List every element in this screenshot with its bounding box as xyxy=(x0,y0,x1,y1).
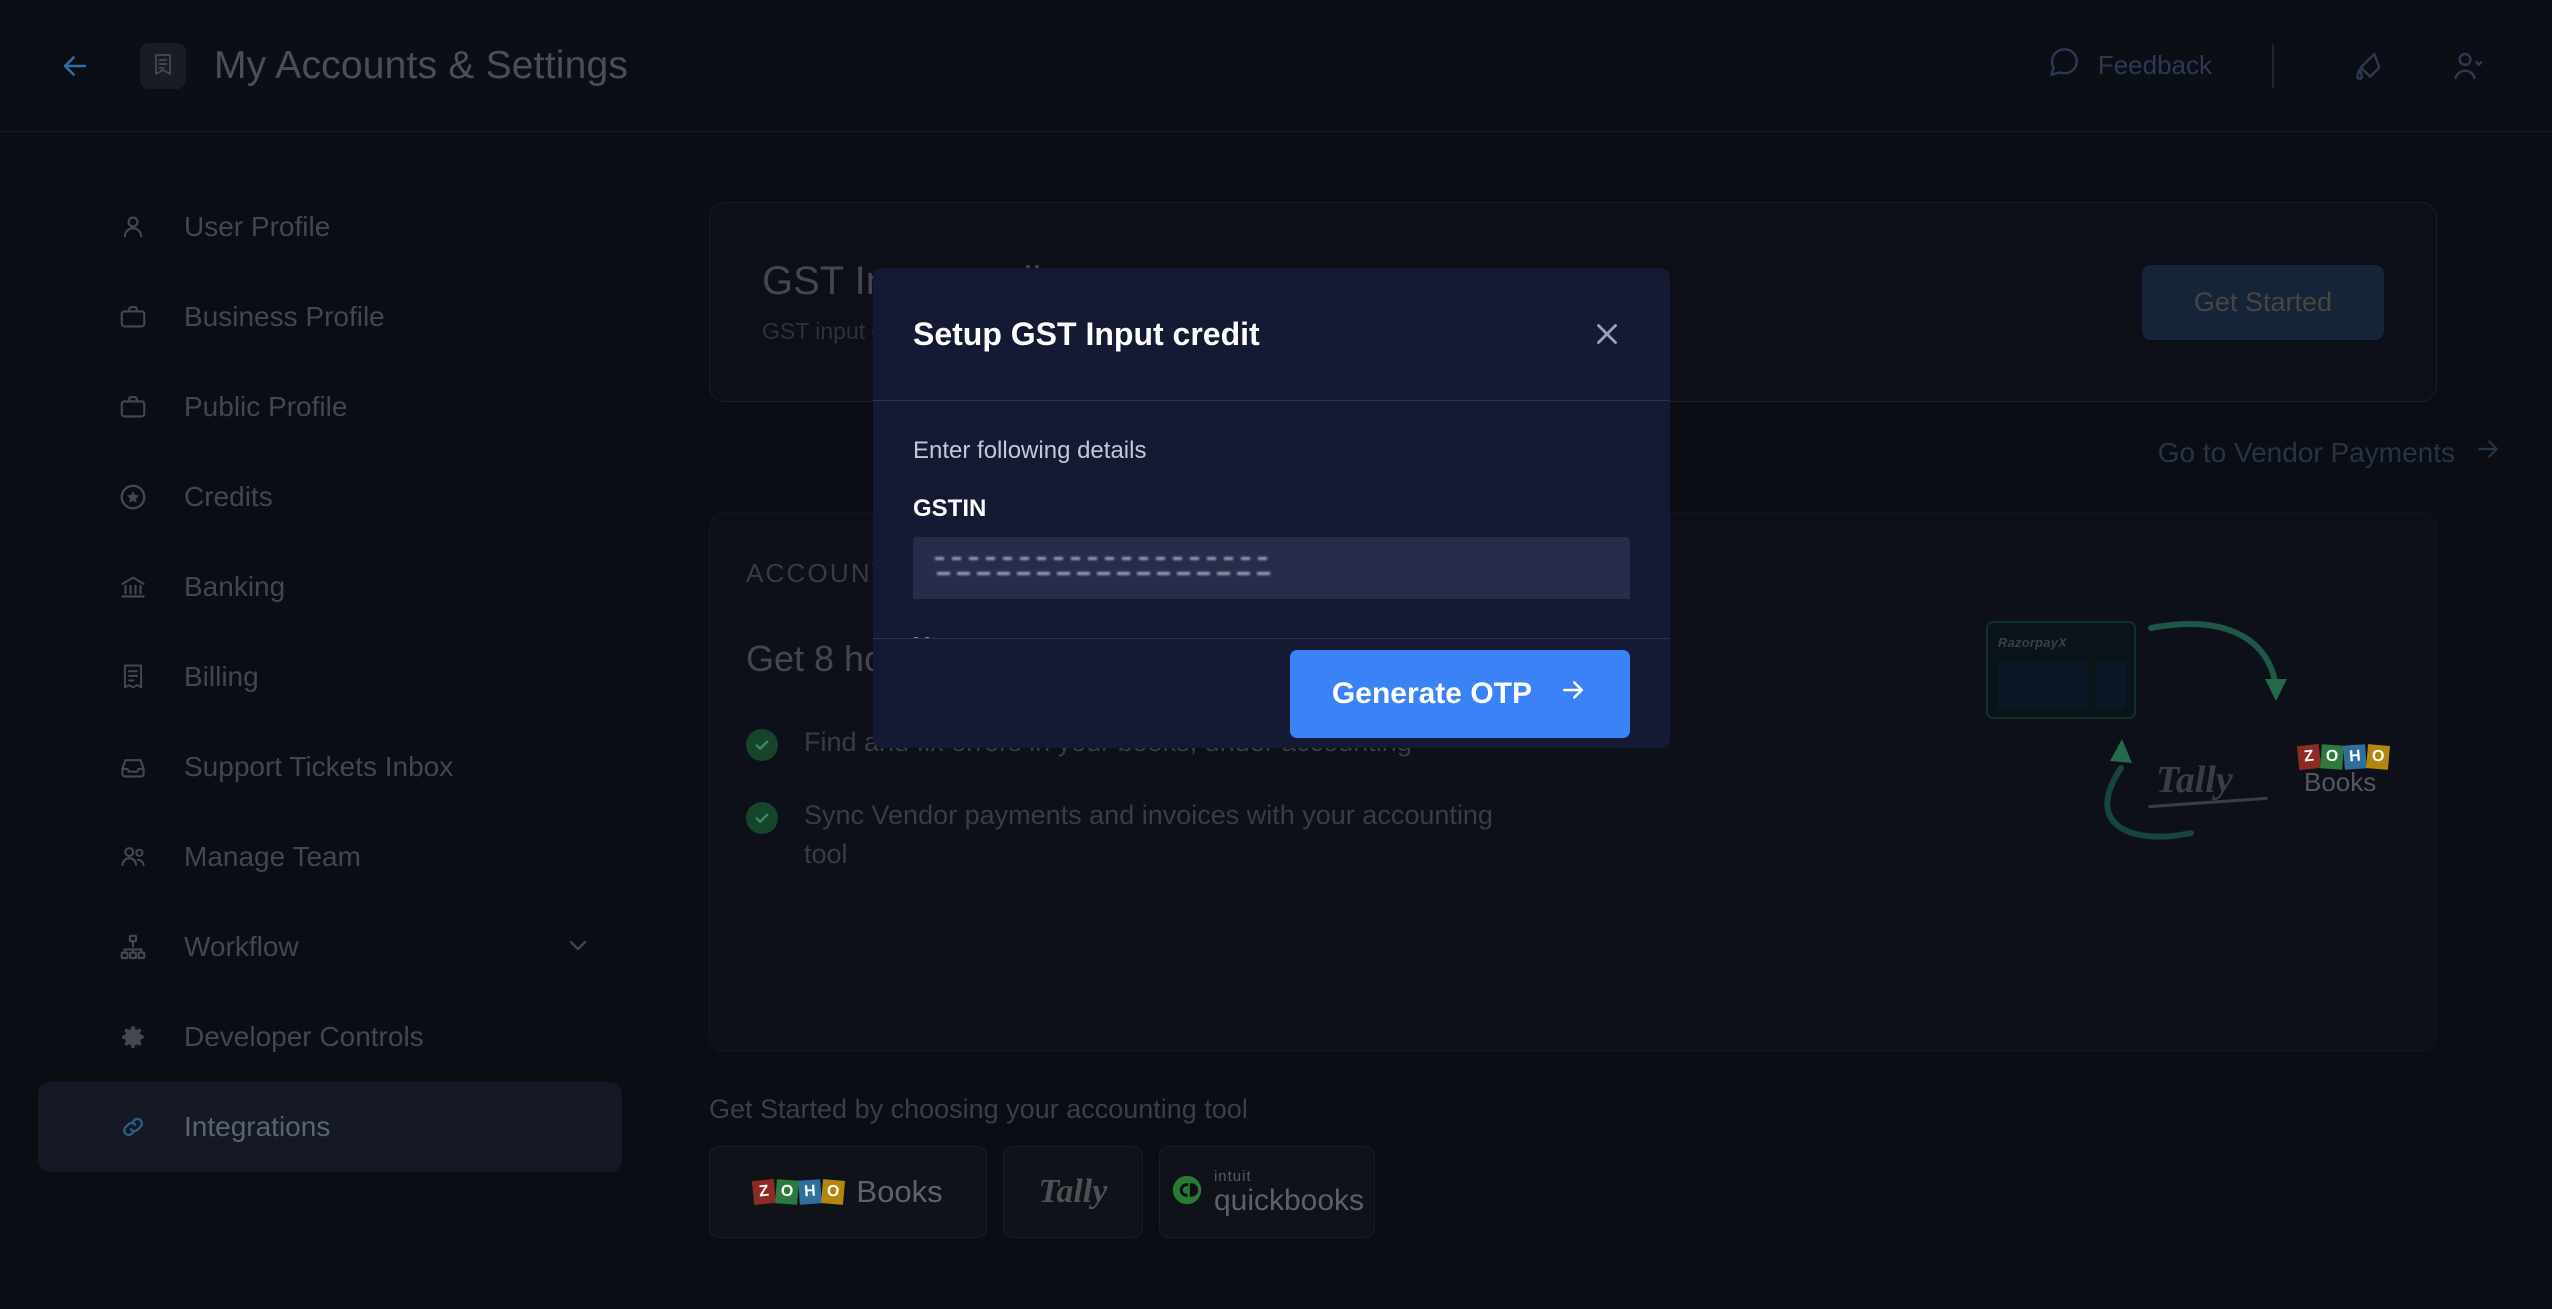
form-intro-text: Enter following details xyxy=(913,437,1147,464)
arrow-right-icon xyxy=(1558,675,1588,713)
setup-gst-input-credit-modal: Setup GST Input credit Enter following d… xyxy=(873,268,1670,638)
field-spacer xyxy=(913,599,1630,633)
generate-otp-button[interactable]: Generate OTP xyxy=(1289,649,1630,738)
modal-footer: Generate OTP xyxy=(873,638,1670,748)
gstin-label: GSTIN xyxy=(913,495,987,522)
gstin-input[interactable] xyxy=(913,537,1630,599)
modal-header: Setup GST Input credit xyxy=(873,268,1670,401)
modal-title: Setup GST Input credit xyxy=(913,315,1260,352)
app-root: My Accounts & Settings Feedback User Pro… xyxy=(0,0,2552,1309)
generate-otp-label: Generate OTP xyxy=(1331,676,1532,710)
close-icon[interactable] xyxy=(1584,311,1630,357)
gstin-field-group: GSTIN xyxy=(913,495,1630,599)
modal-body: Enter following details GSTIN Username R… xyxy=(873,401,1670,638)
